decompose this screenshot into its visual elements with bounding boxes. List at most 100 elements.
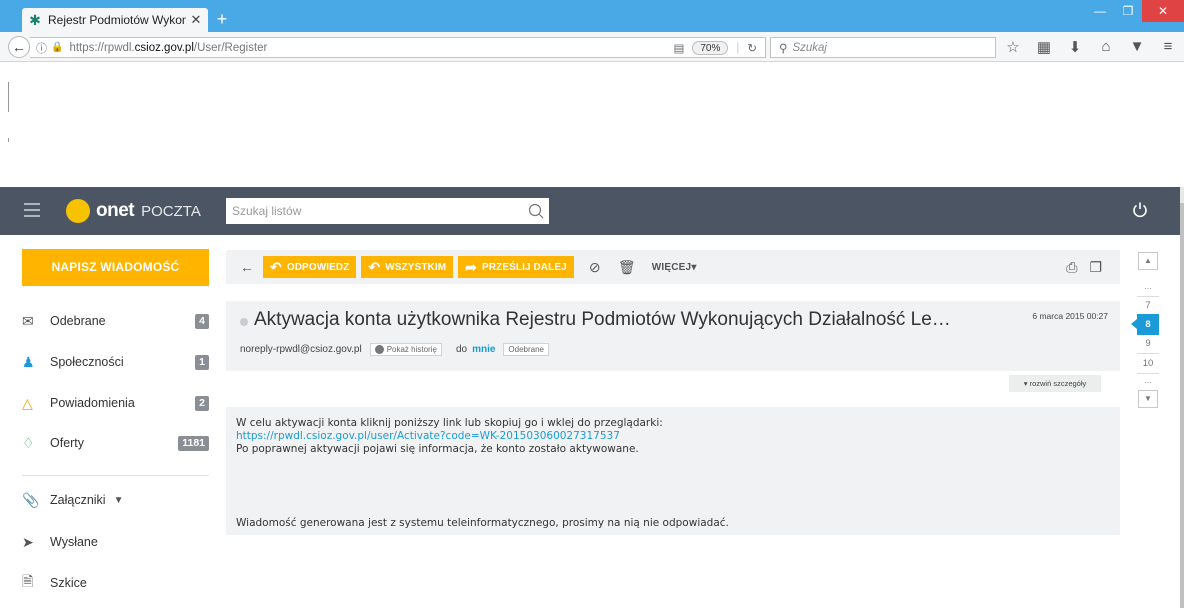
home-icon[interactable]: ⌂ [1097,38,1115,56]
message-toolbar: ← ↶ ODPOWIEDZ ↶ WSZYSTKIM ➦ PRZEŚLIJ DAL… [226,250,1120,284]
unread-count-badge: 1 [195,354,209,370]
chevron-down-icon[interactable]: ▼ [114,495,124,506]
reply-icon: ↶ [270,259,282,275]
activation-link[interactable]: https://rpwdl.csioz.gov.pl/user/Activate… [236,430,620,442]
bookmark-star-icon[interactable]: ☆ [1004,38,1022,56]
minimize-icon[interactable]: — [1086,0,1114,22]
sidebar-item-offers[interactable]: ♢ Oferty 1181 [22,432,209,454]
unread-count-badge: 1181 [178,435,209,451]
browser-search-placeholder: Szukaj [792,41,827,54]
onet-logo[interactable]: onet POCZTA [66,199,201,223]
brand-name: onet [96,200,135,221]
expand-details-label: rozwiń szczegóły [1029,379,1087,388]
folder-tag[interactable]: Odebrane [503,343,549,356]
browser-toolbar-icons: ☆ ▦ ⬇ ⌂ ▼ ≡ [1004,38,1177,56]
sidebar-item-inbox[interactable]: ✉ Odebrane 4 [22,310,209,332]
sidebar-item-sent[interactable]: ➤ Wysłane [22,531,209,553]
url-bar[interactable]: ⓘ 🔒 https://rpwdl. csioz.gov.pl/User/Regi… [30,37,766,58]
open-new-window-icon[interactable]: ❐ [1089,259,1102,276]
more-label: WIĘCEJ [651,261,692,273]
hamburger-menu-icon[interactable] [24,203,40,221]
back-arrow-icon[interactable]: ← [236,259,258,275]
read-status-dot[interactable] [240,318,248,326]
site-favicon-icon: ✱ [29,11,41,28]
pager-item[interactable]: 9 [1137,335,1159,353]
body-text: W celu aktywacji konta kliknij poniższy … [236,417,663,429]
more-menu-button[interactable]: WIĘCEJ▾ [652,262,697,273]
paperclip-icon: 📎 [22,491,40,508]
toolbar-right-actions: ⎙ ❐ [1066,259,1120,276]
search-icon: ⚲ [779,42,788,55]
reload-icon[interactable]: ↻ [747,41,757,55]
downloads-icon[interactable]: ⬇ [1066,38,1084,56]
browser-navbar: ← ⓘ 🔒 https://rpwdl. csioz.gov.pl/User/Re… [0,32,1184,62]
compose-button[interactable]: NAPISZ WIADOMOŚĆ [22,249,209,286]
message-date: 6 marca 2015 00:27 [1032,311,1108,321]
sender-address[interactable]: noreply-rpwdl@csioz.gov.pl [240,344,362,355]
draft-icon: 🗎 [22,573,34,589]
sidebar-item-label: Szkice [50,576,87,590]
spam-block-icon[interactable]: ⊘ [584,259,606,276]
pocket-icon[interactable]: ▼ [1128,38,1146,56]
pager-item[interactable]: 10 [1137,354,1159,373]
new-tab-button[interactable]: + [212,9,232,29]
sidebar-item-social[interactable]: ♟ Społeczności 1 [22,351,209,373]
bell-icon: △ [22,394,33,411]
sidebar-item-label: Oferty [50,436,85,450]
onet-sun-icon [66,199,90,223]
pager-item-active[interactable]: 8 [1131,314,1159,335]
sidebar-divider [22,475,209,476]
sidebar-item-drafts[interactable]: 🗎 Szkice [22,572,209,594]
separator: | [736,41,740,54]
window-close-icon[interactable]: ✕ [1142,0,1184,22]
tab-title: Rejestr Podmiotów Wykonuj [48,13,186,27]
pager-down-arrow-icon[interactable]: ▼ [1138,390,1158,408]
body-footer: Wiadomość generowana jest z systemu tele… [236,517,729,529]
sidebar-item-attachments[interactable]: 📎 Załączniki ▼ [22,489,209,511]
reply-all-button[interactable]: ↶ WSZYSTKIM [361,256,454,278]
show-history-button[interactable]: Pokaż historię [369,343,442,356]
message-pager: ▲ ... 7 8 9 10 ... ▼ [1131,252,1159,408]
expand-details-toggle[interactable]: ▾ rozwiń szczegóły [1009,375,1101,392]
sidebar-item-label: Wysłane [50,535,98,549]
pager-up-arrow-icon[interactable]: ▲ [1138,252,1158,270]
bookmarks-list-icon[interactable]: ▦ [1035,38,1053,56]
url-host: csioz.gov.pl [134,41,194,54]
browser-search-input[interactable]: ⚲ Szukaj [770,37,996,58]
url-path: /User/Register [193,41,268,54]
show-history-label: Pokaż historię [386,345,437,354]
reply-button[interactable]: ↶ ODPOWIEDZ [263,256,357,278]
maximize-icon[interactable]: ❐ [1114,0,1142,22]
pager-item[interactable]: 7 [1137,297,1159,314]
reader-view-icon[interactable]: ▤ [673,41,684,55]
browser-tab[interactable]: ✱ Rejestr Podmiotów Wykonuj ✕ [22,8,208,32]
url-bar-actions: ▤ 70% | ↻ [673,40,765,55]
mail-search-input[interactable]: Szukaj listów [226,198,549,224]
browser-back-button[interactable]: ← [8,36,30,58]
info-icon[interactable]: ⓘ [36,40,47,56]
menu-icon[interactable]: ≡ [1159,38,1177,56]
trash-icon[interactable]: 🗑 [616,259,638,276]
zoom-indicator[interactable]: 70% [692,40,729,55]
message-meta: noreply-rpwdl@csioz.gov.pl Pokaż histori… [240,343,549,356]
print-icon[interactable]: ⎙ [1066,259,1077,276]
recipient-label: do [455,344,468,355]
mail-search-placeholder: Szukaj listów [232,204,302,218]
recipient-value[interactable]: mnie [472,344,495,355]
page-scrollbar[interactable] [1180,187,1184,608]
unread-count-badge: 2 [195,395,209,411]
search-icon[interactable] [523,198,549,224]
power-logout-icon[interactable] [1130,200,1150,220]
envelope-icon: ✉ [22,312,34,329]
tab-close-icon[interactable]: ✕ [190,12,202,28]
reply-all-icon: ↶ [368,259,381,275]
forward-button[interactable]: ➦ PRZEŚLIJ DALEJ [458,256,574,278]
pager-ellipsis: ... [1144,281,1152,291]
scrollbar-thumb[interactable] [1180,203,1184,608]
forward-icon: ➦ [465,259,478,275]
product-name: POCZTA [141,202,201,220]
browser-tabbar: ✱ Rejestr Podmiotów Wykonuj ✕ + — ❐ ✕ [0,0,1184,32]
unread-count-badge: 4 [195,313,209,329]
sidebar-item-notifications[interactable]: △ Powiadomienia 2 [22,392,209,414]
sidebar-item-label: Odebrane [50,314,106,328]
